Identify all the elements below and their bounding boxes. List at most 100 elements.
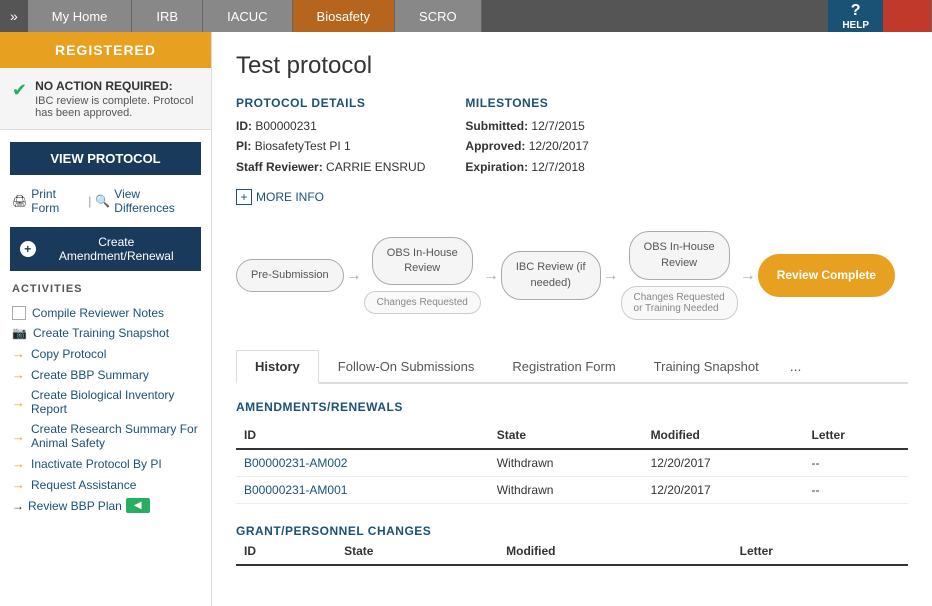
col-id: ID [236, 422, 489, 449]
tab-more-button[interactable]: ... [778, 350, 814, 382]
protocol-id: ID: B00000231 [236, 116, 425, 136]
protocol-details-block: PROTOCOL DETAILS ID: B00000231 PI: Biosa… [236, 96, 425, 177]
cell-modified: 12/20/2017 [643, 476, 804, 503]
camera-icon: 📷 [12, 326, 27, 340]
arrow-right-icon-2: → [12, 367, 25, 382]
research-summary-link[interactable]: Create Research Summary For Animal Safet… [31, 422, 199, 450]
wf-arrow-2: → [483, 267, 499, 285]
cell-modified: 12/20/2017 [643, 449, 804, 477]
protocol-details-heading: PROTOCOL DETAILS [236, 96, 425, 110]
wf-node-pre-submission: Pre-Submission [236, 259, 344, 292]
tab-history[interactable]: History [236, 350, 319, 384]
milestone-expiration: Expiration: 12/7/2018 [465, 157, 588, 177]
tab-training-snapshot[interactable]: Training Snapshot [635, 350, 778, 384]
activity-research-summary: → Create Research Summary For Animal Saf… [12, 419, 199, 453]
amendments-section-title: AMENDMENTS/RENEWALS [236, 400, 908, 414]
no-action-title: NO ACTION REQUIRED: [35, 79, 173, 93]
arrow-right-icon-7: → [12, 499, 24, 513]
cell-letter: -- [804, 476, 908, 503]
tab-registration-form[interactable]: Registration Form [493, 350, 634, 384]
view-protocol-button[interactable]: VIEW PROTOCOL [10, 142, 201, 175]
table-row: B00000231-AM002 Withdrawn 12/20/2017 -- [236, 449, 908, 477]
wf-group-obs-2: OBS In-HouseReview Changes Requestedor T… [621, 231, 738, 320]
view-differences-link[interactable]: View Differences [114, 187, 199, 215]
green-arrow-badge [126, 498, 150, 513]
create-training-snapshot-link[interactable]: Create Training Snapshot [33, 326, 169, 340]
wf-arrow-3: → [603, 267, 619, 285]
grant-table: ID State Modified Letter [236, 538, 908, 566]
help-button[interactable]: ? HELP [828, 0, 883, 32]
table-row: B00000231-AM001 Withdrawn 12/20/2017 -- [236, 476, 908, 503]
protocol-pi: PI: BiosafetyTest PI 1 [236, 136, 425, 156]
activity-biological-inventory: → Create Biological Inventory Report [12, 385, 199, 419]
activities-title: ACTIVITIES [12, 283, 199, 295]
col-state: State [489, 422, 643, 449]
nav-item-irb[interactable]: IRB [132, 0, 203, 32]
tab-follow-on-submissions[interactable]: Follow-On Submissions [319, 350, 494, 384]
grant-col-letter: Letter [732, 538, 908, 565]
milestones-heading: MILESTONES [465, 96, 588, 110]
main-content: Test protocol PROTOCOL DETAILS ID: B0000… [212, 32, 932, 606]
search-icon: 🔍 [95, 194, 110, 208]
compile-reviewer-notes-link[interactable]: Compile Reviewer Notes [32, 306, 164, 320]
tabs-bar: History Follow-On Submissions Registrati… [236, 350, 908, 384]
nav-item-biosafety[interactable]: Biosafety [293, 0, 395, 32]
nav-red-button[interactable] [883, 0, 932, 32]
cell-state: Withdrawn [489, 449, 643, 477]
protocol-details-section: PROTOCOL DETAILS ID: B00000231 PI: Biosa… [236, 96, 908, 177]
sidebar: REGISTERED ✔ NO ACTION REQUIRED: IBC rev… [0, 32, 212, 606]
create-bbp-summary-link[interactable]: Create BBP Summary [31, 368, 149, 382]
wf-sub-changes-requested-2: Changes Requestedor Training Needed [621, 286, 738, 320]
arrow-right-icon: → [12, 346, 25, 361]
cell-id[interactable]: B00000231-AM001 [236, 476, 489, 503]
milestones-block: MILESTONES Submitted: 12/7/2015 Approved… [465, 96, 588, 177]
wf-pill-ibc-review: IBC Review (ifneeded) [501, 251, 601, 300]
nav-item-scro[interactable]: SCRO [395, 0, 482, 32]
grant-col-modified: Modified [498, 538, 731, 565]
inactivate-protocol-link[interactable]: Inactivate Protocol By PI [31, 457, 162, 471]
wf-arrow-1: → [346, 267, 362, 285]
create-amendment-button[interactable]: + Create Amendment/Renewal [10, 227, 201, 271]
activity-inactivate-protocol: → Inactivate Protocol By PI [12, 453, 199, 474]
wf-arrow-4: → [740, 267, 756, 285]
registered-banner: REGISTERED [0, 32, 211, 68]
cell-id[interactable]: B00000231-AM002 [236, 449, 489, 477]
arrow-right-icon-5: → [12, 456, 25, 471]
biological-inventory-link[interactable]: Create Biological Inventory Report [31, 388, 199, 416]
print-form-link[interactable]: Print Form [31, 187, 84, 215]
grant-section: GRANT/PERSONNEL CHANGES ID State Modifie… [236, 524, 908, 566]
wf-pill-pre-submission: Pre-Submission [236, 259, 344, 292]
arrow-right-icon-4: → [12, 429, 25, 444]
nav-item-my-home[interactable]: My Home [28, 0, 133, 32]
cell-state: Withdrawn [489, 476, 643, 503]
more-info-plus-icon: + [236, 189, 252, 205]
col-modified: Modified [643, 422, 804, 449]
checkbox-icon [12, 306, 26, 320]
more-info-toggle[interactable]: + MORE INFO [236, 189, 908, 205]
activity-create-bbp-summary: → Create BBP Summary [12, 364, 199, 385]
copy-protocol-link[interactable]: Copy Protocol [31, 347, 106, 361]
wf-sub-changes-requested-1: Changes Requested [364, 291, 481, 314]
check-icon: ✔ [12, 80, 27, 101]
review-bbp-plan-link[interactable]: Review BBP Plan [28, 499, 122, 513]
plus-circle-icon: + [20, 241, 36, 257]
action-box: ✔ NO ACTION REQUIRED: IBC review is comp… [0, 68, 211, 130]
amendments-section: AMENDMENTS/RENEWALS ID State Modified Le… [236, 400, 908, 504]
print-icon: 🖨 [12, 194, 27, 208]
print-links: 🖨 Print Form | 🔍 View Differences [0, 187, 211, 223]
cell-letter: -- [804, 449, 908, 477]
nav-expand-button[interactable]: » [0, 0, 28, 32]
no-action-text: IBC review is complete. Protocol has bee… [35, 95, 199, 119]
wf-pill-obs-inhouse-2: OBS In-HouseReview [629, 231, 730, 280]
request-assistance-link[interactable]: Request Assistance [31, 478, 136, 492]
activity-request-assistance: → Request Assistance [12, 474, 199, 495]
wf-node-ibc-review: IBC Review (ifneeded) [501, 251, 601, 300]
milestone-approved: Approved: 12/20/2017 [465, 136, 588, 156]
activity-copy-protocol: → Copy Protocol [12, 343, 199, 364]
grant-col-state: State [336, 538, 498, 565]
wf-pill-review-complete: Review Complete [758, 254, 895, 297]
amendments-table: ID State Modified Letter B00000231-AM002… [236, 422, 908, 504]
grant-col-id: ID [236, 538, 336, 565]
nav-item-iacuc[interactable]: IACUC [203, 0, 292, 32]
grant-section-title: GRANT/PERSONNEL CHANGES [236, 524, 908, 538]
